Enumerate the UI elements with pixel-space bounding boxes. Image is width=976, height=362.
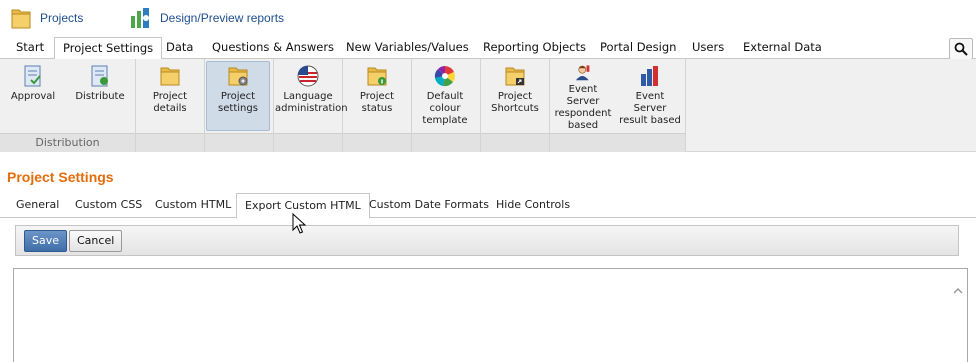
tab-project-settings[interactable]: Project Settings	[54, 37, 163, 60]
page-title: Project Settings	[7, 169, 114, 185]
folder-shortcut-icon	[505, 67, 525, 86]
group-separator	[135, 59, 136, 152]
ribbon-tab-bar: Start Project Settings Data Questions & …	[0, 37, 976, 60]
scroll-up-arrow-icon[interactable]	[951, 283, 965, 297]
tab-custom-date-formats[interactable]: Custom Date Formats	[361, 193, 497, 218]
projects-link[interactable]: Projects	[10, 4, 83, 32]
search-icon	[954, 42, 968, 56]
event-server-result-button-label: Event Server result based	[619, 91, 681, 126]
distribute-doc-icon	[91, 65, 108, 87]
projects-link-label: Projects	[40, 11, 84, 25]
folder-icon	[11, 9, 31, 29]
tab-hide-controls[interactable]: Hide Controls	[488, 193, 578, 218]
top-links: Projects Design/Preview reports	[0, 0, 976, 36]
group-separator	[685, 59, 686, 152]
design-preview-link[interactable]: Design/Preview reports	[130, 4, 284, 32]
tab-users[interactable]: Users	[684, 37, 732, 59]
approval-button[interactable]: Approval	[6, 62, 60, 132]
project-settings-button-label: Project settings	[218, 91, 258, 114]
project-status-button-label: Project status	[359, 91, 395, 114]
html-editor-textarea[interactable]	[13, 268, 968, 362]
default-colour-template-button-label: Default colour template	[422, 91, 468, 126]
folder-icon	[160, 67, 180, 86]
default-colour-template-button[interactable]: Default colour template	[416, 62, 474, 132]
group-separator	[411, 59, 412, 152]
distribute-button[interactable]: Distribute	[72, 62, 128, 132]
group-separator	[549, 59, 550, 152]
tab-custom-html[interactable]: Custom HTML	[147, 193, 239, 218]
ribbon: Distribution Approval Distribute Project…	[0, 59, 976, 152]
group-label-distribution: Distribution	[35, 136, 100, 149]
colour-wheel-icon	[434, 66, 455, 87]
us-flag-globe-icon	[297, 65, 319, 87]
language-administration-button[interactable]: Language administration	[274, 62, 348, 132]
mouse-pointer-icon	[292, 213, 306, 234]
save-button[interactable]: Save	[24, 230, 68, 252]
tab-start[interactable]: Start	[8, 37, 52, 59]
cancel-button[interactable]: Cancel	[69, 230, 123, 252]
bar-chart-icon	[641, 66, 658, 86]
language-administration-button-label: Language administration	[275, 91, 348, 114]
folder-info-icon	[367, 67, 387, 86]
tab-reporting-objects[interactable]: Reporting Objects	[475, 37, 594, 59]
approval-button-label: Approval	[10, 91, 56, 102]
group-separator	[480, 59, 481, 152]
report-chart-icon	[131, 8, 149, 28]
distribute-button-label: Distribute	[75, 91, 125, 102]
tab-external-data[interactable]: External Data	[735, 37, 830, 59]
group-separator	[204, 59, 205, 152]
respondent-person-icon	[575, 65, 590, 81]
project-status-button[interactable]: Project status	[348, 62, 406, 132]
editor-toolbar: Save Cancel	[15, 225, 959, 256]
settings-sub-tabs: General Custom CSS Custom HTML Export Cu…	[0, 193, 976, 219]
design-preview-link-label: Design/Preview reports	[160, 11, 285, 25]
tab-custom-css[interactable]: Custom CSS	[67, 193, 150, 218]
tab-general[interactable]: General	[8, 193, 67, 218]
event-server-result-button[interactable]: Event Server result based	[618, 62, 682, 132]
tab-new-variables-values[interactable]: New Variables/Values	[338, 37, 477, 59]
tab-data[interactable]: Data	[158, 37, 201, 59]
project-settings-button[interactable]: Project settings	[206, 61, 270, 131]
project-shortcuts-button-label: Project Shortcuts	[491, 91, 539, 114]
project-details-button-label: Project details	[152, 91, 188, 114]
project-shortcuts-button[interactable]: Project Shortcuts	[484, 62, 546, 132]
search-button[interactable]	[949, 38, 973, 60]
tab-questions-answers[interactable]: Questions & Answers	[204, 37, 342, 59]
event-server-respondent-button[interactable]: Event Server respondent based	[551, 62, 615, 132]
event-server-respondent-button-label: Event Server respondent based	[554, 84, 612, 131]
project-details-button[interactable]: Project details	[140, 62, 200, 132]
folder-gear-icon	[228, 67, 248, 86]
approval-doc-icon	[24, 65, 41, 87]
tab-portal-design[interactable]: Portal Design	[592, 37, 684, 59]
